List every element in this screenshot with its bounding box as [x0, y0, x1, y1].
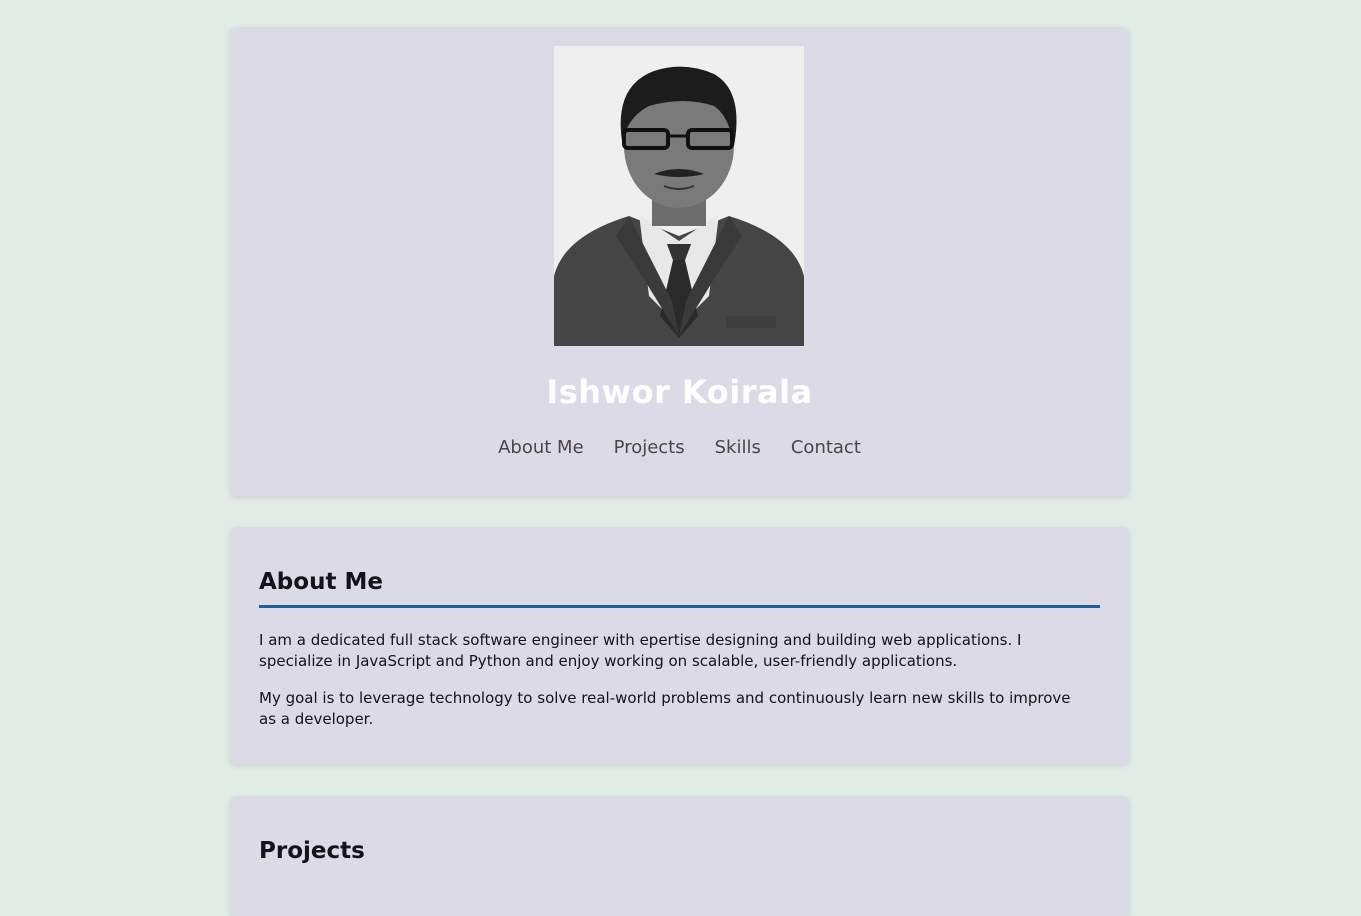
nav-link-about-me[interactable]: About Me — [498, 437, 584, 458]
profile-header-card: Ishwor Koirala About Me Projects Skills … — [230, 27, 1129, 496]
nav-link-projects[interactable]: Projects — [614, 437, 685, 458]
projects-section: Projects — [230, 796, 1129, 916]
about-paragraph: I am a dedicated full stack software eng… — [259, 631, 1022, 670]
about-section: About Me I am a dedicated full stack sof… — [230, 527, 1129, 764]
site-owner-name: Ishwor Koirala — [546, 373, 813, 411]
profile-photo — [554, 46, 804, 346]
about-title: About Me — [259, 569, 383, 595]
profile-photo-illustration — [554, 46, 804, 346]
nav-link-contact[interactable]: Contact — [791, 437, 861, 458]
projects-title: Projects — [259, 838, 365, 864]
nav-link-skills[interactable]: Skills — [715, 437, 761, 458]
about-title-underline — [259, 605, 1100, 608]
main-nav: About Me Projects Skills Contact — [230, 437, 1129, 458]
about-paragraph: My goal is to leverage technology to sol… — [259, 689, 1071, 728]
